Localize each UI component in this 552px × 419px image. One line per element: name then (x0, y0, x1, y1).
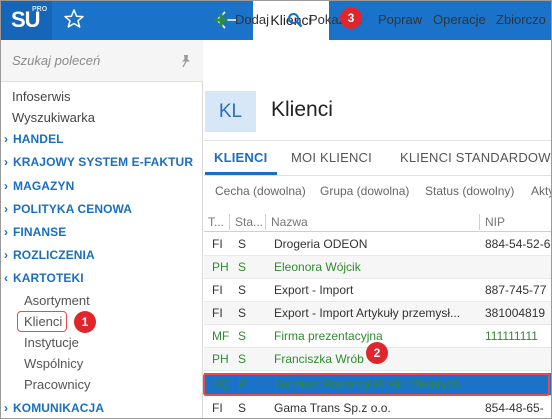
sidebar-item-infoserwis[interactable]: Infoserwis (12, 89, 71, 104)
cell-status: S (238, 306, 247, 320)
sidebar-section-kartoteki[interactable]: ‹ KARTOTEKI (4, 271, 84, 285)
section-label: KARTOTEKI (13, 271, 84, 285)
section-label: KRAJOWY SYSTEM E-FAKTUR (13, 155, 194, 169)
chevron-right-icon: › (4, 155, 9, 169)
chevron-right-icon: › (4, 179, 9, 193)
cell-name: Drogeria ODEON (274, 237, 368, 251)
filter-cecha[interactable]: Cecha (dowolna) (215, 184, 306, 198)
cell-type: FI (212, 306, 223, 320)
column-separator[interactable] (265, 214, 266, 230)
cell-nip: 111111111 (485, 329, 538, 343)
cell-nip: 887-745-77 (485, 283, 547, 297)
star-icon[interactable] (62, 6, 86, 32)
column-header-name[interactable]: Nazwa (271, 215, 308, 229)
add-button[interactable]: Dodaj (235, 12, 269, 27)
tab-klienci-standardowi[interactable]: KLIENCI STANDARDOW (400, 150, 551, 165)
cell-name: Gama Trans Sp.z o.o. (274, 401, 391, 415)
step-badge-1: 1 (74, 311, 96, 333)
sidebar-section-polityka-cenowa[interactable]: › POLITYKA CENOWA (4, 202, 132, 216)
cell-nip: 884-54-52-6 (485, 237, 551, 251)
command-search[interactable]: Szukaj poleceń (0, 40, 203, 82)
cell-nip: 854-48-65- (485, 401, 544, 415)
cell-name: Export - Import Artykuły przemysł... (274, 306, 461, 320)
chevron-right-icon: › (4, 401, 9, 415)
table-header: T... Sta... Nazwa NIP (204, 212, 552, 232)
cell-status: S (238, 329, 247, 343)
sidebar-section-finanse[interactable]: › FINANSE (4, 225, 66, 239)
cell-name: Firma prezentacyjna (274, 329, 383, 343)
operations-button[interactable]: Operacje (433, 12, 486, 27)
sidebar-item-pracownicy[interactable]: Pracownicy (24, 377, 90, 392)
sidebar-item-wyszukiwarka[interactable]: Wyszukiwarka (12, 110, 95, 125)
search-icon[interactable] (287, 12, 303, 28)
cell-type: FI (212, 237, 223, 251)
cell-type: MF (212, 329, 230, 343)
module-badge: KL (205, 91, 256, 132)
divider (204, 175, 552, 176)
cell-name: Export - Import (274, 283, 354, 297)
cell-status: S (238, 260, 247, 274)
chevron-left-icon: ‹ (4, 271, 9, 285)
page-title: Klienci (271, 98, 333, 121)
cell-status: S (238, 237, 247, 251)
table-row[interactable]: FI S Export - Import 887-745-77 (204, 279, 552, 302)
table-row[interactable]: PH S Eleonora Wójcik (204, 256, 552, 279)
sidebar-item-instytucje[interactable]: Instytucje (24, 335, 79, 350)
highlight-selected-row (203, 373, 550, 396)
table-row[interactable]: FI S Export - Import Artykuły przemysł..… (204, 302, 552, 325)
edit-button[interactable]: Popraw (378, 12, 422, 27)
column-header-status[interactable]: Sta... (235, 215, 263, 229)
cell-status: S (238, 352, 247, 366)
section-label: HANDEL (13, 132, 64, 146)
tab-klienci-list[interactable]: KLIENCI (214, 150, 267, 165)
section-label: ROZLICZENIA (13, 248, 95, 262)
chevron-right-icon: › (4, 132, 9, 146)
cell-nip: 381004819 (485, 306, 546, 320)
highlight-klienci (17, 311, 67, 332)
sidebar-item-asortyment[interactable]: Asortyment (24, 293, 90, 308)
filter-status[interactable]: Status (dowolny) (425, 184, 514, 198)
cell-type: FI (212, 283, 223, 297)
column-header-type[interactable]: T... (208, 215, 224, 229)
cell-type: PH (212, 352, 229, 366)
table-row[interactable]: FI S Drogeria ODEON 884-54-52-6 (204, 233, 552, 256)
chevron-right-icon: › (4, 225, 9, 239)
column-separator[interactable] (479, 214, 480, 230)
section-label: POLITYKA CENOWA (13, 202, 133, 216)
sidebar-section-magazyn[interactable]: › MAGAZYN (4, 179, 74, 193)
column-header-nip[interactable]: NIP (485, 215, 505, 229)
sidebar-section-handel[interactable]: › HANDEL (4, 132, 64, 146)
section-label: KOMUNIKACJA (13, 401, 105, 415)
collections-button[interactable]: Zbiorczo (496, 12, 546, 27)
search-input[interactable]: Szukaj poleceń (12, 53, 100, 68)
cell-status: S (238, 401, 247, 415)
sidebar-item-wspolnicy[interactable]: Wspólnicy (24, 356, 83, 371)
step-badge-2: 2 (366, 342, 388, 364)
section-label: FINANSE (13, 225, 67, 239)
divider (204, 140, 552, 141)
pin-icon[interactable] (179, 54, 193, 68)
section-label: MAGAZYN (13, 179, 75, 193)
cell-type: PH (212, 260, 229, 274)
filter-aktywny[interactable]: Akty (531, 184, 552, 198)
plus-icon[interactable] (213, 12, 229, 28)
chevron-right-icon: › (4, 202, 9, 216)
cell-name: Franciszka Wrób (274, 352, 364, 366)
filter-grupa[interactable]: Grupa (dowolna) (320, 184, 409, 198)
sidebar-section-rozliczenia[interactable]: › ROZLICZENIA (4, 248, 95, 262)
sidebar-section-komunikacja[interactable]: › KOMUNIKACJA (4, 401, 104, 415)
column-separator[interactable] (229, 214, 230, 230)
cell-type: FI (212, 401, 223, 415)
app-logo[interactable]: SU PRO (0, 0, 52, 40)
toolbar (204, 40, 552, 80)
cell-status: S (238, 283, 247, 297)
chevron-right-icon: › (4, 248, 9, 262)
cell-name: Eleonora Wójcik (274, 260, 361, 274)
logo-sup: PRO (32, 6, 48, 13)
tab-moi-klienci[interactable]: MOI KLIENCI (291, 150, 372, 165)
sidebar-section-ksef[interactable]: › KRAJOWY SYSTEM E-FAKTUR (4, 155, 193, 169)
table-row[interactable]: FI S Gama Trans Sp.z o.o. 854-48-65- (204, 397, 552, 419)
step-badge-3: 3 (340, 7, 362, 29)
